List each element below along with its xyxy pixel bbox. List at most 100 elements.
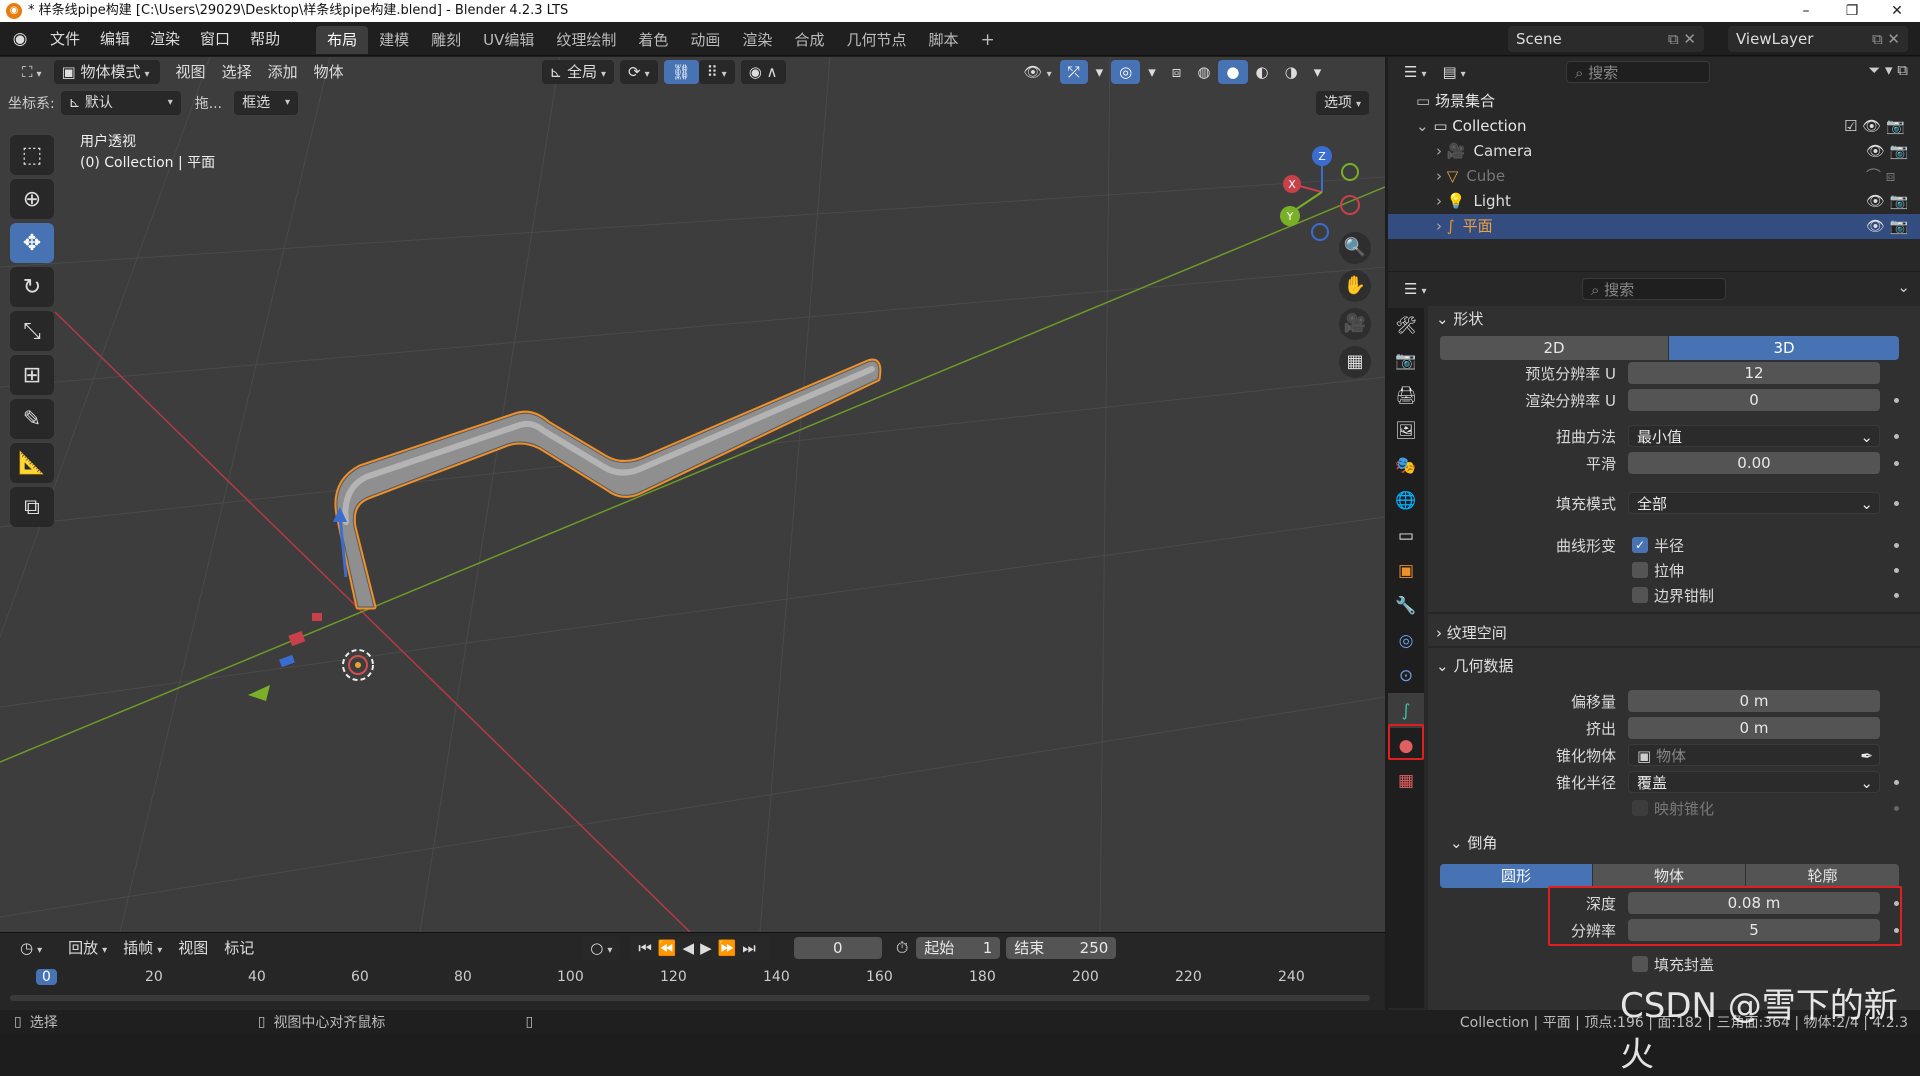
menu-select[interactable]: 选择	[214, 60, 260, 84]
rotate-icon[interactable]: ↻	[10, 267, 54, 307]
expand-icon[interactable]: ›	[1436, 142, 1447, 160]
3d-viewport[interactable]: ⛶ ▾ ▣ 物体模式 ▾ 视图 选择 添加 物体 ⊾ 全局 ▾ ⟳ ▾ ⛓ ⠿ ▾ ◉ ∧…	[0, 57, 1385, 932]
tab-rendering[interactable]: 渲染	[731, 26, 783, 54]
bevel-profile-button[interactable]: 轮廓	[1746, 864, 1899, 888]
menu-help[interactable]: 帮助	[240, 22, 290, 56]
taper-object-field[interactable]: ▣ 物体 ✒	[1628, 744, 1880, 766]
proportional-edit-icon[interactable]: ◉ ∧	[740, 60, 786, 84]
select-box-icon[interactable]: ⬚	[10, 135, 54, 175]
fill-caps-checkbox[interactable]	[1632, 956, 1648, 972]
geometry-panel-header[interactable]: ⌄ 几何数据	[1436, 653, 1513, 679]
start-frame-field[interactable]: 起始 1	[916, 937, 1001, 959]
visibility-toggle-icon[interactable]: ⌒ ⧈	[1866, 164, 1895, 189]
tab-sculpt[interactable]: 雕刻	[420, 26, 472, 54]
menu-view[interactable]: 视图	[168, 60, 214, 84]
menu-window[interactable]: 窗口	[190, 22, 240, 56]
stretch-checkbox[interactable]	[1632, 562, 1648, 578]
tool-tab-icon[interactable]: 🛠	[1388, 308, 1424, 343]
tab-animation[interactable]: 动画	[679, 26, 731, 54]
scene-collection-row[interactable]: ▭ 场景集合	[1388, 89, 1920, 114]
tab-geometry-nodes[interactable]: 几何节点	[835, 26, 917, 54]
render-u-keyframe-dot[interactable]	[1894, 398, 1899, 403]
map-taper-checkbox[interactable]	[1632, 800, 1648, 816]
tab-compositing[interactable]: 合成	[783, 26, 835, 54]
camera-view-icon[interactable]: 🎥	[1339, 308, 1371, 340]
display-mode-icon[interactable]: ▤ ▾	[1434, 60, 1473, 84]
menu-markers[interactable]: 标记	[216, 936, 262, 960]
maximize-button[interactable]: ❐	[1829, 0, 1875, 22]
radius-keyframe-dot[interactable]	[1894, 543, 1899, 548]
view-layer-selector[interactable]: ViewLayer ⧉ ✕	[1728, 26, 1908, 52]
stretch-keyframe-dot[interactable]	[1894, 568, 1899, 573]
snap-target-icon[interactable]: ⠿ ▾	[698, 60, 735, 84]
object-tab-icon[interactable]: ▣	[1388, 553, 1424, 588]
overlay-dropdown-icon[interactable]: ▾	[1140, 60, 1164, 84]
shading-rendered-icon[interactable]: ◑	[1277, 60, 1306, 84]
tab-texture-paint[interactable]: 纹理绘制	[545, 26, 627, 54]
timeline-scrollbar[interactable]	[10, 995, 1370, 1001]
shading-solid-icon[interactable]: ●	[1218, 60, 1248, 84]
dim-3d-button[interactable]: 3D	[1669, 336, 1899, 360]
world-tab-icon[interactable]: 🌐	[1388, 483, 1424, 518]
move-icon[interactable]: ✥	[10, 223, 54, 263]
map-taper-keyframe-dot[interactable]	[1894, 806, 1899, 811]
scene-actions-icon[interactable]: ⧉ ✕	[1668, 26, 1696, 52]
menu-render[interactable]: 渲染	[140, 22, 190, 56]
tab-scripting[interactable]: 脚本	[917, 26, 969, 54]
outliner-item[interactable]: › 💡 Light 👁 📷	[1388, 189, 1920, 214]
frame-ruler[interactable]: 0 20 40 60 80 100 120 140 160 180 200 220 240	[0, 967, 1385, 989]
texture-tab-icon[interactable]: ▦	[1388, 763, 1424, 798]
filter-icon[interactable]: ⏷ ▾ ⧉	[1868, 61, 1908, 79]
bevel-panel-header[interactable]: ⌄ 倒角	[1450, 830, 1497, 856]
cursor-icon[interactable]: ⊕	[10, 179, 54, 219]
menu-object[interactable]: 物体	[306, 60, 352, 84]
radius-checkbox[interactable]: ✓	[1632, 537, 1648, 553]
tab-layout[interactable]: 布局	[316, 26, 369, 54]
annotate-icon[interactable]: ✎	[10, 399, 54, 439]
coord-system-dropdown[interactable]: ⊾ 默认 ▾	[60, 91, 181, 115]
menu-keying[interactable]: 插帧 ▾	[115, 936, 170, 960]
tab-uv-editing[interactable]: UV编辑	[472, 26, 545, 54]
minimize-button[interactable]: –	[1783, 0, 1829, 22]
pan-hand-icon[interactable]: ✋	[1339, 270, 1371, 302]
drag-label[interactable]: 拖...	[195, 93, 222, 113]
close-button[interactable]: ✕	[1874, 0, 1920, 22]
playback-controls[interactable]: ⏮⏪◀▶⏩⏭	[630, 936, 770, 960]
smooth-field[interactable]: 0.00	[1628, 452, 1880, 474]
shading-wireframe-icon[interactable]: ◍	[1189, 60, 1218, 84]
overlay-toggle-icon[interactable]: ◎	[1111, 60, 1141, 84]
editor-type-icon[interactable]: ⛶ ▾	[14, 60, 50, 84]
twist-keyframe-dot[interactable]	[1894, 434, 1899, 439]
blender-menu-icon[interactable]: ◉	[0, 29, 40, 49]
select-mode-dropdown[interactable]: 框选 ▾	[234, 91, 299, 115]
gizmo-dropdown-icon[interactable]: ▾	[1088, 60, 1112, 84]
expand-icon[interactable]: ›	[1436, 217, 1447, 235]
curve-data-tab-icon[interactable]: ∫	[1388, 693, 1424, 728]
visibility-toggle-icon[interactable]: 👁 📷	[1866, 214, 1909, 239]
fill-mode-dropdown[interactable]: 全部 ⌄	[1628, 492, 1880, 514]
ortho-grid-icon[interactable]: ▦	[1339, 346, 1371, 378]
add-cube-icon[interactable]: ⧉	[10, 487, 54, 527]
scale-icon[interactable]: ⤡	[10, 311, 54, 351]
render-u-field[interactable]: 0	[1628, 389, 1880, 411]
physics-tab-icon[interactable]: ⊙	[1388, 658, 1424, 693]
texture-space-panel-header[interactable]: › 纹理空间	[1436, 620, 1507, 646]
transform-icon[interactable]: ⊞	[10, 355, 54, 395]
outliner-editor-icon[interactable]: ☰ ▾	[1396, 60, 1434, 84]
eyedropper-icon[interactable]: ✒	[1860, 745, 1873, 767]
twist-method-dropdown[interactable]: 最小值 ⌄	[1628, 425, 1880, 447]
xray-icon[interactable]: ⧈	[1164, 60, 1190, 84]
menu-playback[interactable]: 回放 ▾	[60, 936, 115, 960]
preview-u-field[interactable]: 12	[1628, 362, 1880, 384]
smooth-keyframe-dot[interactable]	[1894, 461, 1899, 466]
tab-shading[interactable]: 着色	[627, 26, 679, 54]
clamp-checkbox[interactable]	[1632, 587, 1648, 603]
expand-icon[interactable]: ›	[1436, 192, 1447, 210]
view-layer-tab-icon[interactable]: 🖼	[1388, 413, 1424, 448]
offset-field[interactable]: 0 m	[1628, 690, 1880, 712]
shading-material-icon[interactable]: ◐	[1248, 60, 1277, 84]
visibility-toggle-icon[interactable]: 👁 📷	[1866, 139, 1909, 164]
outliner-item[interactable]: › ▽ Cube ⌒ ⧈	[1388, 164, 1920, 189]
collection-tab-icon[interactable]: ▭	[1388, 518, 1424, 553]
mode-selector[interactable]: ▣ 物体模式 ▾	[53, 60, 160, 84]
